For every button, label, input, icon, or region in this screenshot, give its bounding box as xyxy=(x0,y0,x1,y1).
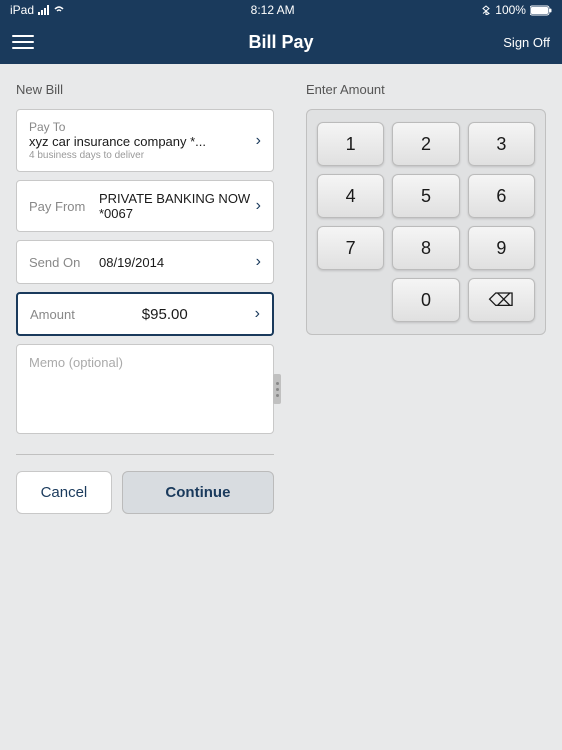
drag-handle[interactable] xyxy=(273,374,281,404)
pay-to-sublabel: 4 business days to deliver xyxy=(29,150,206,161)
pay-to-value: xyz car insurance company *... xyxy=(29,134,206,149)
continue-button[interactable]: Continue xyxy=(122,471,274,514)
numpad-key-5[interactable]: 5 xyxy=(392,174,459,218)
wifi-icon xyxy=(54,5,64,15)
pay-from-field[interactable]: Pay From PRIVATE BANKING NOW *0067 › xyxy=(16,180,274,232)
send-on-value: 08/19/2014 xyxy=(99,255,256,270)
page-title: Bill Pay xyxy=(248,32,313,53)
right-panel: Enter Amount 123 456 7890⌫ xyxy=(290,64,562,750)
status-bar: iPad 8:12 AM 100% xyxy=(0,0,562,20)
pay-from-value: PRIVATE BANKING NOW *0067 xyxy=(99,191,256,221)
signal-icon xyxy=(38,5,50,15)
pay-to-chevron: › xyxy=(256,132,261,150)
enter-amount-label: Enter Amount xyxy=(306,82,546,97)
amount-label: Amount xyxy=(30,307,75,322)
numpad-key-9[interactable]: 9 xyxy=(468,226,535,270)
numpad-key-4[interactable]: 4 xyxy=(317,174,384,218)
main-content: New Bill Pay To xyz car insurance compan… xyxy=(0,64,562,750)
memo-field[interactable]: Memo (optional) xyxy=(16,344,274,434)
pay-to-label: Pay To xyxy=(29,120,206,134)
pay-from-label: Pay From xyxy=(29,199,99,214)
nav-bar: Bill Pay Sign Off xyxy=(0,20,562,64)
sign-off-button[interactable]: Sign Off xyxy=(503,35,550,50)
pay-from-chevron: › xyxy=(256,197,261,215)
time-label: 8:12 AM xyxy=(251,3,295,17)
numpad-key-1[interactable]: 1 xyxy=(317,122,384,166)
numpad-key-3[interactable]: 3 xyxy=(468,122,535,166)
menu-button[interactable] xyxy=(12,35,34,49)
send-on-chevron: › xyxy=(256,253,261,271)
amount-chevron: › xyxy=(255,305,260,323)
amount-field[interactable]: Amount $95.00 › xyxy=(16,292,274,336)
numpad: 123 456 7890⌫ xyxy=(306,109,546,335)
pay-to-field-left: Pay To xyz car insurance company *... 4 … xyxy=(29,120,206,161)
button-row: Cancel Continue xyxy=(16,471,274,514)
numpad-key-8[interactable]: 8 xyxy=(392,226,459,270)
numpad-key-7[interactable]: 7 xyxy=(317,226,384,270)
send-on-field[interactable]: Send On 08/19/2014 › xyxy=(16,240,274,284)
bluetooth-icon xyxy=(481,5,491,15)
numpad-key-0[interactable]: 0 xyxy=(392,278,459,322)
pay-to-field[interactable]: Pay To xyz car insurance company *... 4 … xyxy=(16,109,274,172)
memo-placeholder: Memo (optional) xyxy=(29,355,123,370)
send-on-label: Send On xyxy=(29,255,99,270)
new-bill-label: New Bill xyxy=(16,82,274,97)
left-panel: New Bill Pay To xyz car insurance compan… xyxy=(0,64,290,750)
cancel-button[interactable]: Cancel xyxy=(16,471,112,514)
battery-label: 100% xyxy=(495,3,526,17)
battery-icon xyxy=(530,5,552,16)
backspace-key[interactable]: ⌫ xyxy=(468,278,535,322)
status-bar-left: iPad xyxy=(10,3,64,17)
numpad-key-6[interactable]: 6 xyxy=(468,174,535,218)
carrier-label: iPad xyxy=(10,3,34,17)
numpad-key-2[interactable]: 2 xyxy=(392,122,459,166)
amount-value: $95.00 xyxy=(142,306,188,323)
status-bar-right: 100% xyxy=(481,3,552,17)
divider xyxy=(16,454,274,455)
numpad-empty xyxy=(317,278,384,322)
